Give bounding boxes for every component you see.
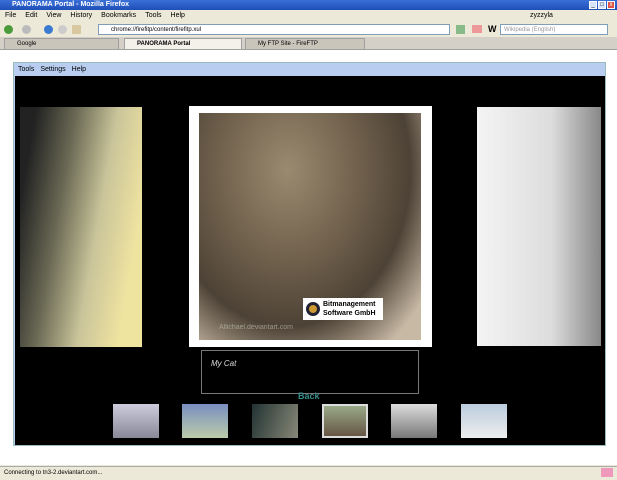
tab-google[interactable]: Google [4,38,119,50]
gallery-image-left[interactable] [20,107,142,347]
maximize-button[interactable]: □ [598,1,606,9]
browser-menubar: File Edit View History Bookmarks Tools H… [0,10,617,22]
thumbnail-6[interactable] [461,404,507,438]
minimize-button[interactable]: _ [589,1,597,9]
app-menu-settings[interactable]: Settings [40,64,65,76]
user-label[interactable]: zyzzyla [530,12,553,19]
gallery-image-right[interactable] [477,107,601,346]
back-link[interactable]: Back [298,391,320,401]
url-input[interactable]: chrome://firefitp/content/firefitp.xul [98,24,450,35]
search-input[interactable]: Wikipedia (English) [500,24,608,35]
reload-icon[interactable] [44,25,53,34]
bitmanagement-logo-icon [306,302,320,316]
status-icon [601,468,613,477]
back-arrow-icon[interactable] [4,25,13,34]
caption-box: My Cat [201,350,419,394]
mail-icon[interactable] [472,25,482,33]
home-icon[interactable] [72,25,81,34]
stop-icon[interactable] [58,25,67,34]
thumbnail-2[interactable] [182,404,228,438]
gallery-image-center[interactable]: Bitmanagement Software GmbH Allichael.de… [189,106,432,347]
tab-fireftp[interactable]: My FTP Site - FireFTP [245,38,365,50]
thumbnail-4[interactable] [322,404,368,438]
window-controls: _ □ x [589,1,615,9]
thumbnail-1[interactable] [113,404,159,438]
thumbnail-3[interactable] [252,404,298,438]
tab-bar: Google PANORAMA Portal My FTP Site - Fir… [0,37,617,84]
menu-edit[interactable]: Edit [25,10,37,22]
app-menu-tools[interactable]: Tools [18,64,34,76]
menu-history[interactable]: History [70,10,92,22]
status-bar: Connecting to tn3-2.deviantart.com... [0,466,617,480]
menu-bookmarks[interactable]: Bookmarks [101,10,136,22]
go-icon[interactable] [456,25,465,34]
menu-file[interactable]: File [5,10,16,22]
thumbnail-5[interactable] [391,404,437,438]
window-title: PANORAMA Portal - Mozilla Firefox [0,0,617,10]
tab-panorama-portal[interactable]: PANORAMA Portal [124,38,242,50]
close-button[interactable]: x [607,1,615,9]
watermark: Allichael.deviantart.com [219,324,293,331]
app-menu-help[interactable]: Help [72,64,86,76]
wikipedia-icon[interactable]: W [488,24,497,34]
menu-tools[interactable]: Tools [145,10,161,22]
forward-arrow-icon[interactable] [22,25,31,34]
menu-help[interactable]: Help [171,10,185,22]
app-menubar: Tools Settings Help [18,64,86,76]
menu-view[interactable]: View [46,10,61,22]
